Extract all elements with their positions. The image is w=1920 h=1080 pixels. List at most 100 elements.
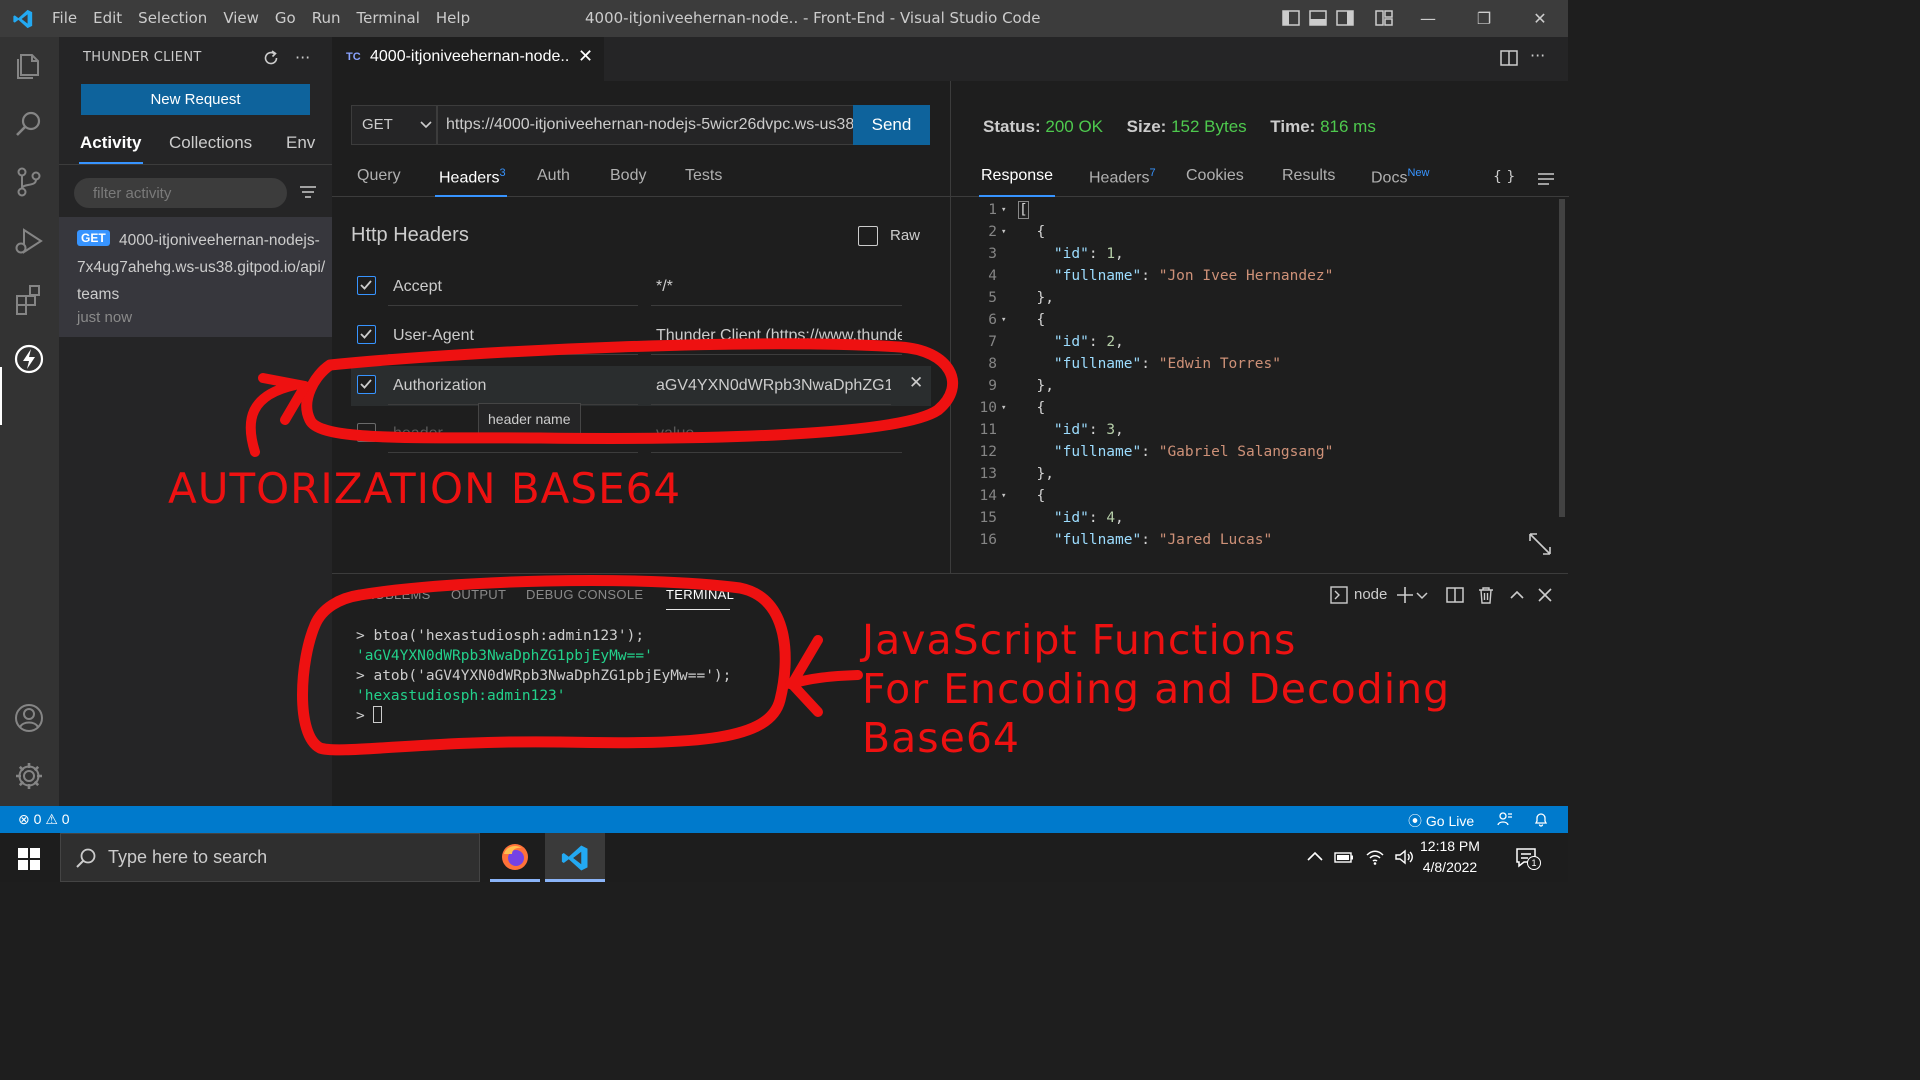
filter-menu-icon[interactable] bbox=[299, 185, 317, 199]
tab-terminal[interactable]: TERMINAL bbox=[666, 587, 734, 602]
header-name-field[interactable]: Accept bbox=[388, 267, 638, 306]
response-menu-icon[interactable] bbox=[1537, 172, 1555, 186]
close-panel-icon[interactable] bbox=[1536, 586, 1554, 604]
tab-docs[interactable]: DocsNew bbox=[1371, 167, 1429, 187]
editor-more-icon[interactable]: ··· bbox=[1530, 46, 1545, 65]
thunder-client-icon[interactable] bbox=[12, 342, 46, 376]
split-editor-icon[interactable] bbox=[1500, 49, 1518, 67]
format-json-icon[interactable]: { } bbox=[1493, 169, 1515, 185]
editor-tab-request[interactable]: TC 4000-itjoniveehernan-node.. ✕ bbox=[332, 37, 604, 81]
more-actions-icon[interactable]: ··· bbox=[295, 48, 310, 67]
minimize-icon[interactable]: — bbox=[1400, 0, 1456, 37]
go-live-button[interactable]: ⦿ Go Live bbox=[1408, 811, 1474, 831]
volume-icon[interactable] bbox=[1394, 847, 1414, 867]
feedback-icon[interactable] bbox=[1497, 811, 1513, 827]
chevron-up-icon[interactable] bbox=[1305, 847, 1325, 867]
tab-tests[interactable]: Tests bbox=[685, 167, 722, 185]
customize-layout-icon[interactable] bbox=[1375, 9, 1393, 27]
toggle-sidebar-icon[interactable] bbox=[1282, 9, 1300, 27]
tab-headers[interactable]: Headers3 bbox=[439, 167, 506, 187]
tab-response-headers[interactable]: Headers7 bbox=[1089, 167, 1156, 187]
taskbar-vscode[interactable] bbox=[545, 833, 605, 882]
method-select[interactable]: GET bbox=[351, 105, 437, 145]
delete-header-icon[interactable]: ✕ bbox=[909, 373, 923, 393]
tab-debug-console[interactable]: DEBUG CONSOLE bbox=[526, 587, 643, 602]
tab-query[interactable]: Query bbox=[357, 167, 401, 185]
taskbar-search-box[interactable]: Type here to search bbox=[60, 833, 480, 882]
menu-item-go[interactable]: Go bbox=[267, 0, 304, 37]
wifi-icon[interactable] bbox=[1365, 847, 1385, 867]
header-enabled-checkbox[interactable] bbox=[357, 325, 376, 344]
header-enabled-checkbox[interactable] bbox=[357, 276, 376, 295]
tab-response[interactable]: Response bbox=[981, 167, 1053, 185]
tab-results[interactable]: Results bbox=[1282, 167, 1335, 185]
split-terminal-icon[interactable] bbox=[1446, 586, 1464, 604]
status-label: Status: bbox=[983, 117, 1041, 136]
json-fullname-value: Edwin Torres bbox=[1167, 356, 1273, 372]
tab-env[interactable]: Env bbox=[286, 133, 315, 153]
toggle-secondary-sidebar-icon[interactable] bbox=[1336, 9, 1354, 27]
trash-icon[interactable] bbox=[1477, 586, 1495, 604]
taskbar-firefox[interactable] bbox=[490, 833, 540, 882]
maximize-panel-icon[interactable] bbox=[1508, 586, 1526, 604]
refresh-icon[interactable] bbox=[262, 49, 280, 67]
menu-item-edit[interactable]: Edit bbox=[85, 0, 130, 37]
close-tab-icon[interactable]: ✕ bbox=[578, 46, 593, 67]
tab-body[interactable]: Body bbox=[610, 167, 646, 185]
search-icon[interactable] bbox=[12, 107, 46, 141]
menu-item-selection[interactable]: Selection bbox=[130, 0, 215, 37]
settings-gear-icon[interactable] bbox=[12, 759, 46, 793]
extensions-icon[interactable] bbox=[12, 283, 46, 317]
header-name-field[interactable]: Authorization bbox=[388, 366, 638, 405]
raw-checkbox[interactable] bbox=[858, 226, 878, 246]
menu-item-help[interactable]: Help bbox=[428, 0, 478, 37]
new-terminal-icon[interactable] bbox=[1396, 586, 1414, 604]
tab-collections[interactable]: Collections bbox=[169, 133, 252, 153]
annotation-js-functions-label: JavaScript Functions For Encoding and De… bbox=[862, 616, 1450, 763]
header-row: User-Agent Thunder Client (https://www.t… bbox=[351, 316, 931, 356]
header-name-field[interactable]: User-Agent bbox=[388, 316, 638, 355]
explorer-icon[interactable] bbox=[12, 49, 46, 83]
system-clock[interactable]: 12:18 PM 4/8/2022 bbox=[1420, 836, 1480, 878]
header-value-field[interactable]: value bbox=[651, 414, 902, 453]
send-button[interactable]: Send bbox=[853, 105, 930, 145]
header-value-field[interactable]: Thunder Client (https://www.thunde bbox=[651, 316, 902, 355]
status-bar: ⊗ 0 ⚠ 0 ⦿ Go Live bbox=[0, 806, 1568, 833]
menu-item-view[interactable]: View bbox=[215, 0, 267, 37]
menu-item-terminal[interactable]: Terminal bbox=[349, 0, 428, 37]
notifications-bell-icon[interactable] bbox=[1533, 811, 1549, 827]
tab-activity[interactable]: Activity bbox=[80, 133, 141, 153]
menu-item-run[interactable]: Run bbox=[304, 0, 349, 37]
tab-output[interactable]: OUTPUT bbox=[451, 587, 506, 602]
terminal-output[interactable]: > btoa('hexastudiosph:admin123'); 'aGV4YX… bbox=[356, 626, 731, 726]
url-input[interactable] bbox=[437, 105, 855, 145]
accounts-icon[interactable] bbox=[12, 701, 46, 735]
menu-item-file[interactable]: File bbox=[44, 0, 85, 37]
expand-icon[interactable] bbox=[1527, 531, 1553, 557]
windows-start-icon[interactable] bbox=[18, 848, 40, 870]
close-window-icon[interactable]: ✕ bbox=[1512, 0, 1568, 37]
vscode-logo-icon bbox=[13, 9, 33, 29]
new-request-button[interactable]: New Request bbox=[81, 84, 310, 115]
chevron-down-icon[interactable] bbox=[1416, 586, 1428, 604]
terminal-name[interactable]: node bbox=[1354, 586, 1387, 603]
run-debug-icon[interactable] bbox=[12, 224, 46, 258]
activity-list-item[interactable]: 4000-itjoniveehernan-nodejs-7x4ug7ahehg.… bbox=[59, 217, 332, 337]
filter-activity-input[interactable] bbox=[74, 178, 287, 208]
terminal-prompt[interactable]: > bbox=[356, 706, 731, 726]
header-enabled-checkbox[interactable] bbox=[357, 375, 376, 394]
toggle-panel-icon[interactable] bbox=[1309, 9, 1327, 27]
action-center-icon[interactable]: 1 bbox=[1514, 845, 1541, 871]
tab-cookies[interactable]: Cookies bbox=[1186, 167, 1244, 185]
restore-icon[interactable]: ❐ bbox=[1456, 0, 1512, 37]
header-enabled-checkbox[interactable] bbox=[357, 423, 376, 442]
header-value-field[interactable]: */* bbox=[651, 267, 902, 306]
header-value-field[interactable]: aGV4YXN0dWRpb3NwaDphZG1pb bbox=[651, 366, 891, 405]
tab-auth[interactable]: Auth bbox=[537, 167, 570, 185]
response-json-viewer[interactable]: 1 ▾[2 ▾ {3 "id": 1, 4 "fullname": "Jon Ivee… bbox=[951, 199, 1551, 551]
scrollbar[interactable] bbox=[1559, 199, 1565, 517]
tab-problems[interactable]: PROBLEMS bbox=[356, 587, 431, 602]
source-control-icon[interactable] bbox=[12, 165, 46, 199]
battery-icon[interactable] bbox=[1334, 847, 1354, 867]
problems-indicator[interactable]: ⊗ 0 ⚠ 0 bbox=[18, 811, 70, 828]
